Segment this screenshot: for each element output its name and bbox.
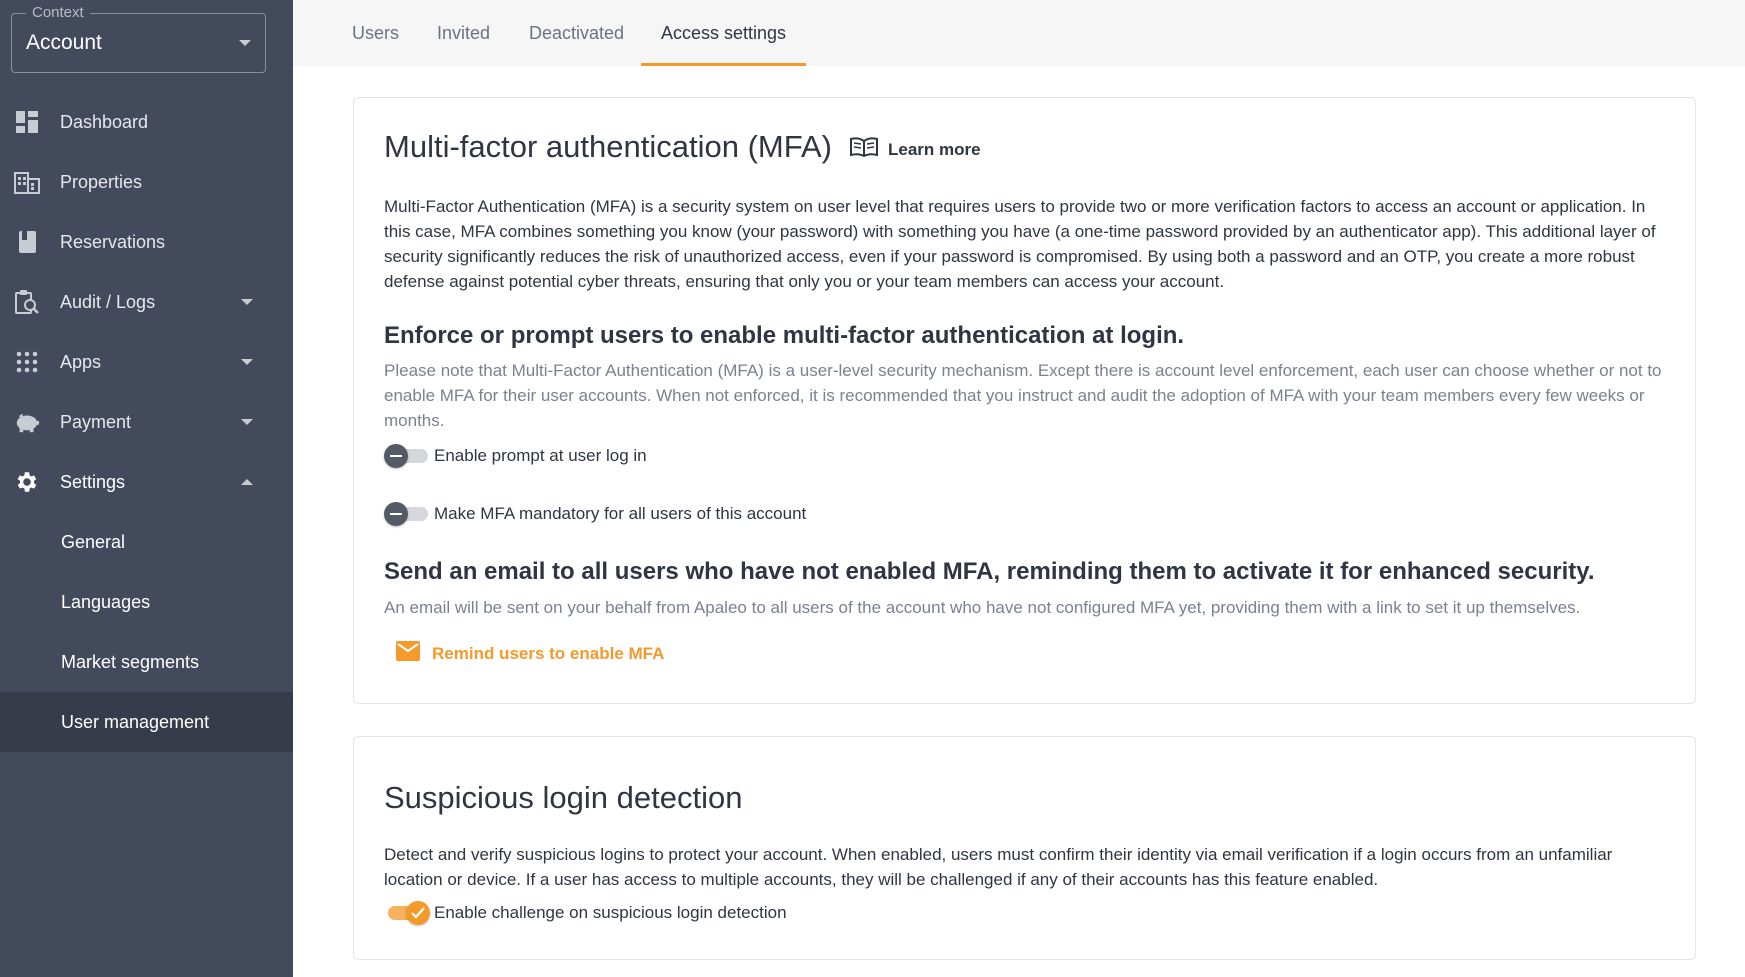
chevron-down-icon xyxy=(239,40,251,46)
tab-label: Access settings xyxy=(661,22,787,43)
context-select[interactable]: Context Account xyxy=(11,5,266,73)
dashboard-icon xyxy=(14,109,40,135)
mandatory-toggle[interactable] xyxy=(384,501,430,527)
challenge-toggle-label: Enable challenge on suspicious login det… xyxy=(434,903,787,922)
gear-icon xyxy=(14,469,40,495)
sidebar-item-apps[interactable]: Apps xyxy=(0,332,293,392)
sidebar-item-reservations[interactable]: Reservations xyxy=(0,212,293,272)
email-note: An email will be sent on your behalf fro… xyxy=(384,598,1581,617)
email-heading: Send an email to all users who have not … xyxy=(384,558,1595,585)
tab-label: Deactivated xyxy=(529,22,625,43)
enforce-heading: Enforce or prompt users to enable multi-… xyxy=(384,322,1185,349)
chevron-down-icon xyxy=(241,299,253,305)
sidebar-subitem-user-management[interactable]: User management xyxy=(0,692,293,752)
toggle-off-knob xyxy=(384,502,408,526)
enforce-note: Please note that Multi-Factor Authentica… xyxy=(384,361,1662,430)
mfa-title: Multi-factor authentication (MFA) xyxy=(384,129,832,164)
sidebar: Context Account Dashboard Properties Res… xyxy=(0,0,293,977)
prompt-toggle[interactable] xyxy=(384,443,430,469)
tab-users[interactable]: Users xyxy=(352,0,399,66)
challenge-toggle-row[interactable]: Enable challenge on suspicious login det… xyxy=(384,900,787,926)
sidebar-item-label: Audit / Logs xyxy=(60,291,156,312)
context-value: Account xyxy=(26,31,102,54)
chevron-up-icon xyxy=(241,479,253,485)
book-icon xyxy=(14,229,40,255)
mandatory-toggle-row[interactable]: Make MFA mandatory for all users of this… xyxy=(384,501,806,527)
prompt-toggle-row[interactable]: Enable prompt at user log in xyxy=(384,443,647,469)
sidebar-subitem-label: General xyxy=(61,531,126,552)
sidebar-item-label: Dashboard xyxy=(60,111,149,132)
context-legend: Context xyxy=(26,5,90,21)
suspicious-login-card: Suspicious login detection Detect and ve… xyxy=(353,736,1696,960)
open-book-icon xyxy=(850,137,878,162)
tab-label: Invited xyxy=(437,22,491,43)
remind-users-label: Remind users to enable MFA xyxy=(432,643,665,663)
chevron-down-icon xyxy=(241,419,253,425)
sidebar-item-properties[interactable]: Properties xyxy=(0,152,293,212)
sidebar-subitem-label: User management xyxy=(61,711,210,732)
building-icon xyxy=(14,169,40,195)
sidebar-item-label: Properties xyxy=(60,171,143,192)
learn-more-label: Learn more xyxy=(888,139,981,159)
sidebar-subitem-general[interactable]: General xyxy=(0,512,293,572)
sidebar-item-label: Reservations xyxy=(60,231,166,252)
envelope-icon xyxy=(396,641,420,666)
tab-label: Users xyxy=(352,22,400,43)
sidebar-subitem-label: Languages xyxy=(61,591,151,612)
challenge-toggle[interactable] xyxy=(384,900,430,926)
remind-users-button[interactable]: Remind users to enable MFA xyxy=(396,641,664,666)
sidebar-item-audit-logs[interactable]: Audit / Logs xyxy=(0,272,293,332)
tab-deactivated[interactable]: Deactivated xyxy=(529,0,624,66)
prompt-toggle-label: Enable prompt at user log in xyxy=(434,446,647,465)
sidebar-item-label: Payment xyxy=(60,411,132,432)
learn-more-link[interactable]: Learn more xyxy=(850,137,981,162)
tab-bar: Users Invited Deactivated Access setting… xyxy=(293,0,1745,66)
sidebar-subitem-market-segments[interactable]: Market segments xyxy=(0,632,293,692)
sidebar-item-payment[interactable]: Payment xyxy=(0,392,293,452)
suspicious-title: Suspicious login detection xyxy=(384,780,743,815)
sidebar-subitem-languages[interactable]: Languages xyxy=(0,572,293,632)
suspicious-description: Detect and verify suspicious logins to p… xyxy=(384,845,1613,889)
apps-grid-icon xyxy=(14,349,40,375)
sidebar-item-dashboard[interactable]: Dashboard xyxy=(0,92,293,152)
tab-access-settings[interactable]: Access settings xyxy=(641,0,807,66)
toggle-off-knob xyxy=(384,444,408,468)
audit-icon xyxy=(14,289,40,315)
sidebar-item-label: Apps xyxy=(60,351,102,372)
checkmark-icon xyxy=(406,901,430,925)
mfa-description: Multi-Factor Authentication (MFA) is a s… xyxy=(384,197,1656,291)
main-content: Multi-factor authentication (MFA) Learn … xyxy=(293,66,1745,977)
tab-invited[interactable]: Invited xyxy=(437,0,490,66)
sidebar-nav: Dashboard Properties Reservations Audit … xyxy=(0,92,293,752)
sidebar-subitem-label: Market segments xyxy=(61,651,200,672)
sidebar-item-label: Settings xyxy=(60,471,126,492)
mfa-card: Multi-factor authentication (MFA) Learn … xyxy=(353,97,1696,704)
mandatory-toggle-label: Make MFA mandatory for all users of this… xyxy=(434,504,807,523)
sidebar-item-settings[interactable]: Settings xyxy=(0,452,293,512)
piggy-bank-icon xyxy=(14,409,40,435)
chevron-down-icon xyxy=(241,359,253,365)
